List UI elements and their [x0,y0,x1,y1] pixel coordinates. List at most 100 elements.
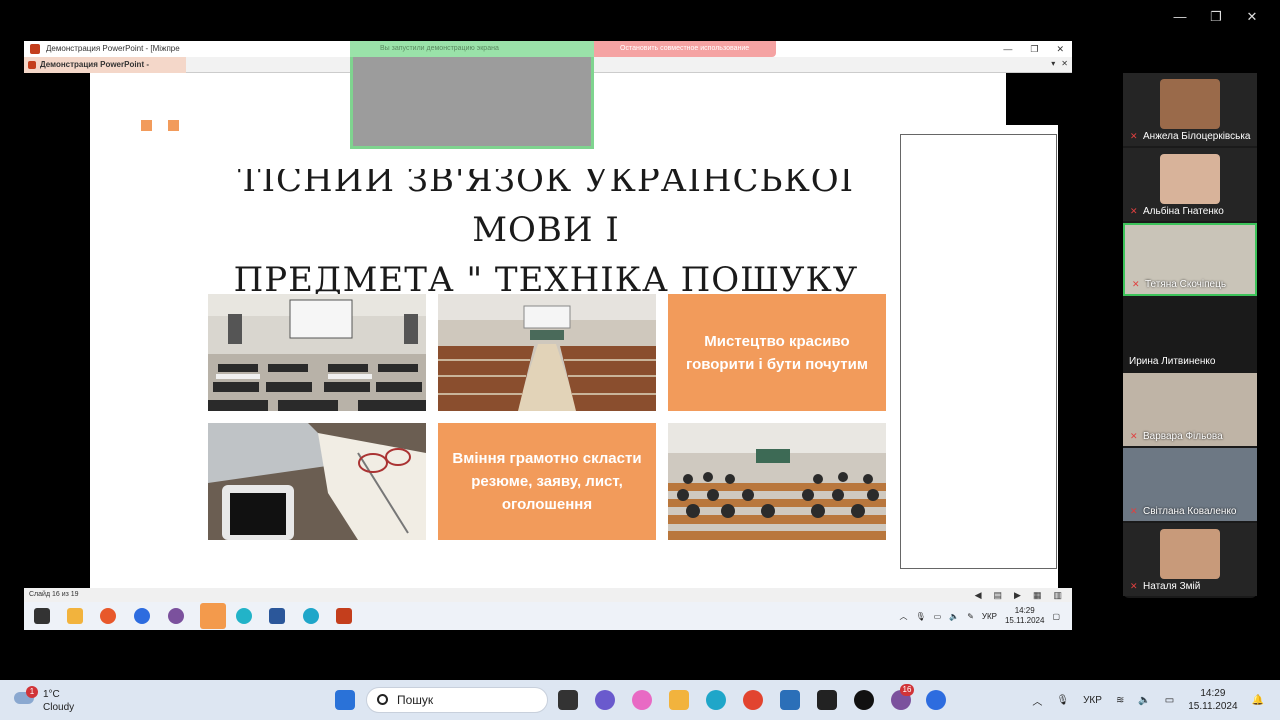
avatar [1160,529,1220,579]
muted-mic-icon: ✕ [1130,206,1138,216]
inner-system-tray: ︿ 🎙 ▭ 🔈 ✎ УКР 14:29 15.11.2024 ▢ [900,602,1060,630]
viber-icon[interactable] [168,608,184,624]
clock-time: 14:29 [1200,688,1226,699]
clock[interactable]: 14:29 15.11.2024 [1188,687,1237,713]
participant-name: Наталя Змій [1143,581,1201,592]
participant-tile[interactable]: ✕ Альбіна Гнатенко [1123,148,1257,221]
start-icon[interactable] [335,690,355,710]
inner-date: 15.11.2024 [1004,616,1045,625]
zoom-icon[interactable] [134,608,150,624]
powerpoint-icon [30,44,40,54]
reading-view-icon[interactable]: ▥ [1053,588,1062,602]
lang-indicator[interactable]: УКР [1083,695,1102,706]
minimize-button[interactable]: — [1162,6,1198,28]
volume-icon[interactable]: 🔈 [949,612,959,621]
maximize-button[interactable]: ❐ [1198,6,1234,28]
tray-chevron-icon[interactable]: ︿ [1032,693,1042,708]
tiktok-icon[interactable] [854,690,874,710]
file-explorer-icon[interactable] [669,690,689,710]
start-icon[interactable] [34,608,50,624]
students-hall-image [668,423,886,540]
powerpoint-icon[interactable] [336,608,352,624]
task-view-icon[interactable] [558,690,578,710]
search-box[interactable]: Пошук [366,687,548,713]
ppt-maximize-button[interactable]: ❐ [1030,41,1038,57]
ppt-slideshow-controls: ▾ ✕ [1051,59,1068,68]
participant-tile[interactable]: ✕ Світлана Коваленко [1123,448,1257,521]
participant-tile[interactable]: ✕ Наталя Змій [1123,523,1257,596]
store-icon[interactable] [780,690,800,710]
close-button[interactable]: ✕ [1234,6,1270,28]
file-explorer-icon[interactable] [67,608,83,624]
decor-square [168,120,179,131]
lecture-hall-picture [438,294,656,411]
chat-icon[interactable] [595,690,615,710]
share-notice-text: Вы запустили демонстрацию экрана [380,45,499,52]
slideshow-close-button[interactable]: ✕ [1061,59,1068,68]
avatar [1160,79,1220,129]
edge-icon[interactable] [706,690,726,710]
firefox-icon[interactable] [100,608,116,624]
inner-lang[interactable]: УКР [982,612,997,621]
pen-icon[interactable]: ✎ [967,612,974,621]
muted-mic-icon: ✕ [1130,581,1138,591]
inner-taskbar: ︿ 🎙 ▭ 🔈 ✎ УКР 14:29 15.11.2024 ▢ [24,602,1072,630]
lecture-hall-image [438,294,656,411]
zoom-icon[interactable] [926,690,946,710]
letterbox-right-lower [1058,125,1072,588]
notification-bell-icon[interactable]: 🔔 [1252,695,1264,706]
ppt-slideshow-tab[interactable]: Демонстрация PowerPoint - [Міжпрез [24,57,186,85]
canva-icon[interactable] [236,608,252,624]
battery-icon: ▭ [933,611,942,621]
next-slide-icon[interactable]: ▶ [1014,588,1021,602]
telegram-icon[interactable] [200,603,226,629]
app-icon[interactable] [817,690,837,710]
chrome-icon[interactable] [743,690,763,710]
tray-chevron-icon[interactable]: ︿ [900,611,908,622]
mic-icon[interactable]: 🎙 [916,612,926,621]
weather-desc: Cloudy [43,702,75,713]
volume-icon[interactable]: 🔈 [1138,695,1150,706]
ppt-status-bar: Слайд 16 из 19 ◀ ▤ ▶ ▦ ▥ [24,588,1072,602]
notes-view-icon[interactable]: ▤ [994,588,1003,602]
wifi-icon[interactable]: ≋ [1116,695,1124,706]
prev-slide-icon[interactable]: ◀ [975,588,982,602]
students-hall-picture [668,423,886,540]
ppt-window-controls: — ❐ ✕ [1003,41,1064,57]
stop-share-button[interactable]: Остановить совместное использование [594,41,776,57]
battery-icon[interactable]: ▭ [1165,695,1174,706]
ppt-minimize-button[interactable]: — [1003,41,1012,57]
stop-share-label: Остановить совместное использование [620,45,750,52]
participants-panel: ✕ Анжела Білоцерківська ✕ Альбіна Гнатен… [1123,73,1257,598]
participant-tile[interactable]: Ирина Литвиненко [1123,298,1257,371]
mic-icon[interactable]: 🎙 [1056,695,1069,706]
share-notice-bar: Вы запустили демонстрацию экрана [350,41,594,57]
powerpoint-icon [28,61,36,69]
participant-tile[interactable]: ✕ Варвара Фільова [1123,373,1257,446]
video-preview [350,41,594,149]
copilot-icon[interactable] [632,690,652,710]
slide-sorter-icon[interactable]: ▦ [1033,588,1042,602]
participant-tile-active[interactable]: ✕ Тетяна Скочіпець [1123,223,1257,296]
speaking-skill-text: Мистецтво красиво говорити і бути почути… [686,332,868,373]
decor-square [141,120,152,131]
participant-tile[interactable]: ✕ Анжела Білоцерківська [1123,73,1257,146]
view-buttons: ◀ ▤ ▶ ▦ ▥ [975,588,1062,602]
participant-name: Анжела Білоцерківська [1143,131,1251,142]
slide-counter: Слайд 16 из 19 [29,591,79,598]
search-icon [377,694,388,705]
avatar [1160,154,1220,204]
notebook-picture [208,423,426,540]
side-frame [900,134,1057,569]
edge-icon[interactable] [303,608,319,624]
muted-mic-icon: ✕ [1130,431,1138,441]
participant-name: Варвара Фільова [1143,431,1223,442]
inner-clock[interactable]: 14:29 15.11.2024 [1005,606,1044,626]
dropdown-button[interactable]: ▾ [1051,59,1055,68]
system-tray: ︿ 🎙 УКР ≋ 🔈 ▭ 14:29 15.11.2024 🔔 [1032,680,1264,720]
ppt-close-button[interactable]: ✕ [1056,41,1064,57]
participant-name: Альбіна Гнатенко [1143,206,1224,217]
notification-icon[interactable]: ▢ [1052,612,1060,621]
word-icon[interactable] [269,608,285,624]
muted-mic-icon: ✕ [1132,279,1140,289]
